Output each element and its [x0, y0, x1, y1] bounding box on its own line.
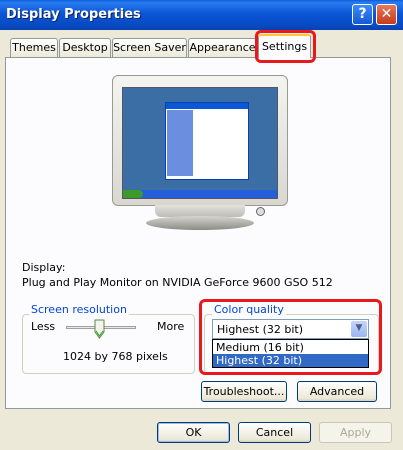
preview-start-button	[123, 190, 143, 198]
color-quality-highlight	[199, 299, 382, 375]
preview-taskbar	[123, 190, 277, 198]
troubleshoot-button[interactable]: Troubleshoot...	[201, 381, 287, 402]
preview-window	[165, 102, 249, 180]
resolution-more-label: More	[157, 320, 185, 333]
monitor-screen-preview	[122, 87, 278, 199]
tab-themes[interactable]: Themes	[10, 38, 58, 57]
tab-desktop[interactable]: Desktop	[59, 38, 111, 57]
help-button[interactable]: ?	[352, 4, 373, 25]
apply-button[interactable]: Apply	[319, 422, 392, 443]
display-properties-window: Display Properties ? ✕ Themes Desktop Sc…	[0, 0, 403, 450]
power-led-icon	[256, 207, 265, 216]
ok-button[interactable]: OK	[157, 422, 230, 443]
resolution-value: 1024 by 768 pixels	[63, 350, 168, 363]
screen-resolution-legend: Screen resolution	[29, 303, 129, 316]
preview-window-sidebar	[167, 110, 193, 176]
title-bar[interactable]: Display Properties ? ✕	[0, 0, 403, 30]
window-title: Display Properties	[6, 7, 141, 22]
display-device-name: Plug and Play Monitor on NVIDIA GeForce …	[22, 276, 333, 289]
preview-window-titlebar	[166, 103, 248, 109]
display-label: Display:	[22, 261, 66, 274]
close-button[interactable]: ✕	[376, 4, 397, 25]
settings-tab-highlight	[255, 30, 316, 63]
resolution-slider-thumb[interactable]	[94, 319, 105, 339]
monitor-base	[146, 216, 254, 230]
tab-screen-saver[interactable]: Screen Saver	[112, 38, 187, 57]
cancel-button[interactable]: Cancel	[238, 422, 311, 443]
advanced-button[interactable]: Advanced	[297, 381, 377, 402]
resolution-less-label: Less	[31, 320, 56, 333]
tab-appearance[interactable]: Appearance	[188, 38, 257, 57]
